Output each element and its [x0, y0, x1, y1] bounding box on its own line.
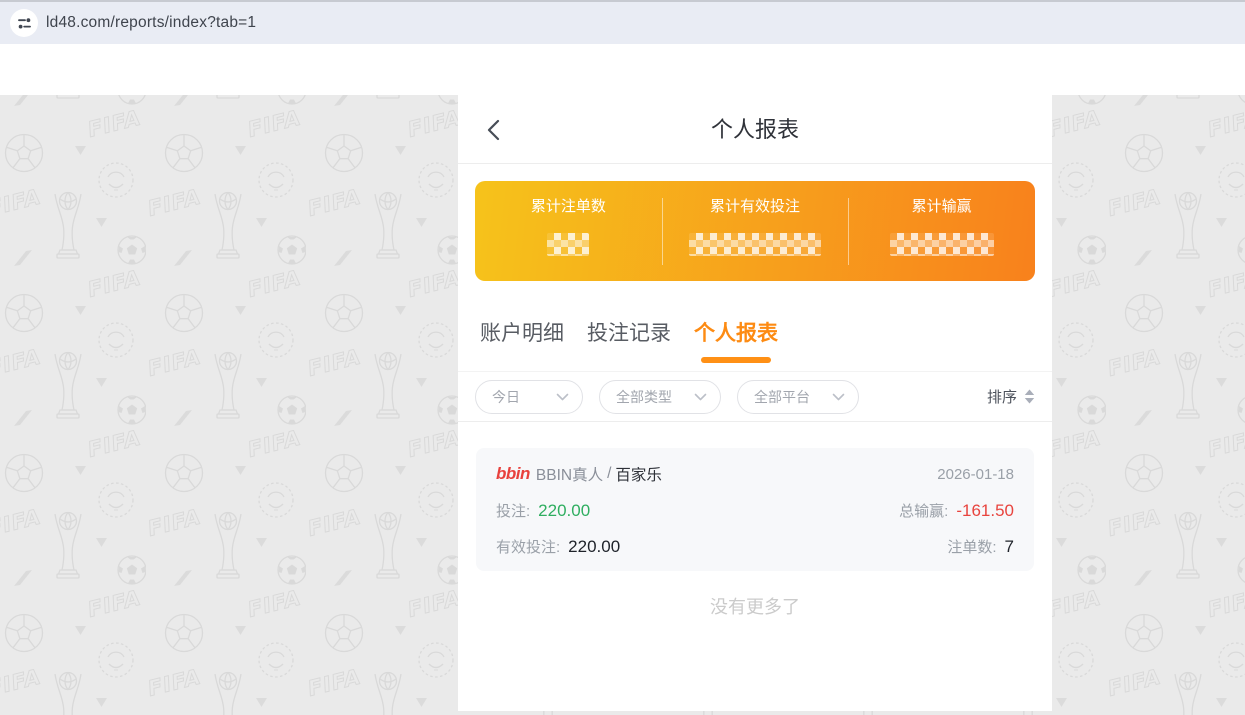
divider — [662, 198, 663, 265]
sort-label: 排序 — [987, 386, 1017, 407]
record-header-row: bbin BBIN真人 / 百家乐 2026-01-18 — [496, 463, 1014, 485]
winloss-value: -161.50 — [956, 501, 1014, 521]
report-panel: 个人报表 累计注单数 累计有效投注 累计输赢 账户明细 — [458, 95, 1052, 711]
type-filter-dropdown[interactable]: 全部类型 — [599, 380, 721, 414]
filter-row: 今日 全部类型 全部平台 排序 — [458, 372, 1052, 422]
masked-value — [689, 233, 821, 256]
date-filter-dropdown[interactable]: 今日 — [475, 380, 583, 414]
valid-bet-value: 220.00 — [568, 537, 620, 557]
report-record-card[interactable]: bbin BBIN真人 / 百家乐 2026-01-18 投注: 220.00 … — [476, 448, 1034, 571]
sort-arrows-icon — [1024, 389, 1035, 404]
winloss-label: 总输赢: — [899, 500, 948, 521]
tabs-row: 账户明细 投注记录 个人报表 — [458, 305, 1052, 372]
panel-header: 个人报表 — [458, 95, 1052, 164]
stat-label: 累计有效投注 — [662, 198, 849, 216]
site-info-button[interactable] — [10, 9, 38, 37]
stat-winloss: 累计输赢 — [848, 181, 1035, 281]
bet-value: 220.00 — [538, 501, 590, 521]
tab-underline — [701, 357, 771, 363]
valid-bet-label: 有效投注: — [496, 536, 560, 557]
record-date: 2026-01-18 — [937, 466, 1014, 483]
tab-label: 投注记录 — [587, 319, 671, 349]
no-more-text: 没有更多了 — [458, 593, 1052, 619]
record-bottom-row: 有效投注: 220.00 注单数: 7 — [496, 536, 1014, 557]
masked-value — [890, 233, 994, 256]
tab-label: 个人报表 — [694, 319, 778, 349]
stat-label: 累计注单数 — [475, 198, 662, 216]
dropdown-label: 全部类型 — [616, 387, 672, 407]
bet-label: 投注: — [496, 500, 530, 521]
record-mid-row: 投注: 220.00 总输赢: -161.50 — [496, 500, 1014, 521]
url-text[interactable]: ld48.com/reports/index?tab=1 — [46, 2, 256, 44]
tab-bet-records[interactable]: 投注记录 — [587, 319, 671, 371]
bbin-logo: bbin — [496, 464, 530, 484]
tab-account-detail[interactable]: 账户明细 — [480, 319, 564, 371]
record-platform: BBIN真人 — [536, 463, 603, 485]
record-game: 百家乐 — [615, 463, 662, 485]
page-title: 个人报表 — [458, 95, 1052, 164]
count-value: 7 — [1005, 537, 1014, 557]
separator: / — [607, 465, 611, 483]
masked-value — [547, 233, 589, 256]
sort-control[interactable]: 排序 — [987, 386, 1035, 407]
tab-underline — [487, 357, 557, 363]
chevron-down-icon — [832, 393, 845, 401]
tab-label: 账户明细 — [480, 319, 564, 349]
chevron-down-icon — [694, 393, 707, 401]
divider — [848, 198, 849, 265]
dropdown-label: 今日 — [492, 387, 520, 407]
summary-stats-card: 累计注单数 累计有效投注 累计输赢 — [475, 181, 1035, 281]
tab-personal-report[interactable]: 个人报表 — [694, 319, 778, 371]
chevron-down-icon — [556, 393, 569, 401]
platform-filter-dropdown[interactable]: 全部平台 — [737, 380, 859, 414]
dropdown-label: 全部平台 — [754, 387, 810, 407]
page: FIFA FIFA FIFA ld48.com/re — [0, 0, 1245, 715]
tab-underline — [594, 357, 664, 363]
stat-total-bets: 累计注单数 — [475, 181, 662, 281]
count-label: 注单数: — [947, 536, 996, 557]
browser-url-bar[interactable]: ld48.com/reports/index?tab=1 — [0, 0, 1245, 44]
stat-label: 累计输赢 — [848, 198, 1035, 216]
stat-valid-bets: 累计有效投注 — [662, 181, 849, 281]
tune-icon — [16, 15, 33, 32]
